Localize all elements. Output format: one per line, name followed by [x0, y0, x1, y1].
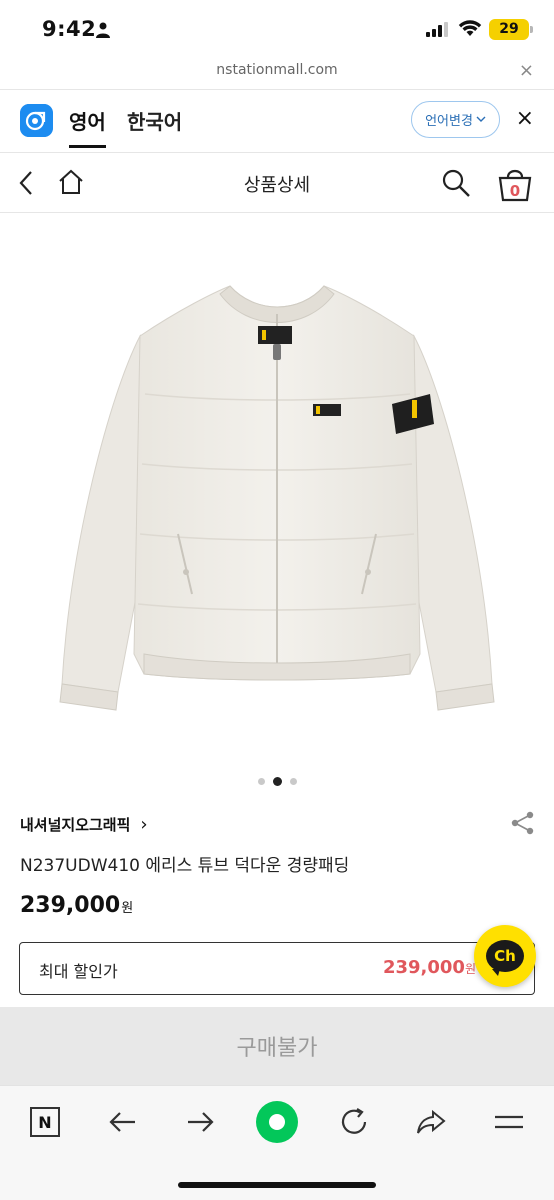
share-icon[interactable] — [510, 810, 536, 836]
status-bar: 9:42 29 — [0, 0, 554, 58]
home-indicator — [178, 1182, 376, 1188]
share-forward-icon[interactable] — [415, 1106, 447, 1138]
translate-close-button[interactable]: × — [516, 106, 534, 131]
chevron-right-icon: › — [140, 814, 148, 835]
tab-korean[interactable]: 한국어 — [127, 106, 182, 135]
carousel-dot[interactable] — [289, 778, 297, 785]
max-discount-box[interactable]: 최대 할인가 239,000원 — [19, 942, 535, 995]
url-bar: nstationmall.com × — [0, 58, 554, 90]
chevron-down-icon — [476, 116, 486, 122]
kakao-channel-chat-button[interactable]: Ch — [474, 925, 536, 987]
translate-bar: 영어 한국어 언어변경 × — [0, 90, 554, 153]
forward-arrow-icon[interactable] — [184, 1106, 216, 1138]
product-image[interactable] — [0, 214, 554, 764]
page-header: 상품상세 0 — [0, 153, 554, 213]
chat-bubble-icon: Ch — [486, 940, 524, 976]
back-arrow-icon[interactable] — [107, 1106, 139, 1138]
buy-unavailable-button[interactable]: 구매불가 — [0, 1007, 554, 1085]
max-discount-price: 239,000원 — [383, 957, 476, 978]
wifi-icon — [458, 20, 482, 36]
papago-logo-icon — [20, 104, 53, 137]
brand-name: 내셔널지오그래픽 — [20, 816, 131, 834]
price-unit: 원 — [121, 901, 134, 916]
language-change-label: 언어변경 — [425, 114, 473, 129]
battery-indicator: 29 — [489, 19, 533, 40]
status-time: 9:42 — [42, 17, 97, 41]
refresh-icon[interactable] — [338, 1106, 370, 1138]
product-name: N237UDW410 에리스 튜브 덕다운 경량패딩 — [20, 856, 350, 876]
cellular-signal-icon — [426, 21, 448, 37]
menu-icon[interactable] — [493, 1106, 525, 1138]
naver-n-icon: N — [30, 1107, 60, 1137]
cart-count: 0 — [509, 182, 521, 200]
carousel-dots[interactable] — [0, 777, 554, 786]
tab-english[interactable]: 영어 — [69, 106, 106, 148]
naver-n-button[interactable]: N — [29, 1106, 61, 1138]
language-change-button[interactable]: 언어변경 — [411, 101, 500, 138]
naver-n-label: N — [38, 1112, 52, 1132]
carousel-dot-active[interactable] — [272, 777, 282, 786]
carousel-dot[interactable] — [257, 778, 265, 785]
cart-button[interactable]: 0 — [496, 165, 534, 203]
brand-link[interactable]: 내셔널지오그래픽 › — [20, 814, 148, 835]
search-icon[interactable] — [441, 168, 471, 198]
green-home-icon[interactable] — [255, 1100, 299, 1144]
person-icon — [96, 22, 110, 38]
max-discount-label: 최대 할인가 — [39, 962, 118, 981]
price-value: 239,000 — [20, 893, 121, 918]
buy-bar: 구매불가 — [0, 1007, 554, 1085]
down-jacket-image — [59, 285, 495, 711]
max-discount-value: 239,000 — [382, 957, 465, 978]
product-price: 239,000원 — [20, 893, 133, 918]
url-close-button[interactable]: × — [519, 60, 534, 81]
url-text[interactable]: nstationmall.com — [0, 62, 554, 78]
